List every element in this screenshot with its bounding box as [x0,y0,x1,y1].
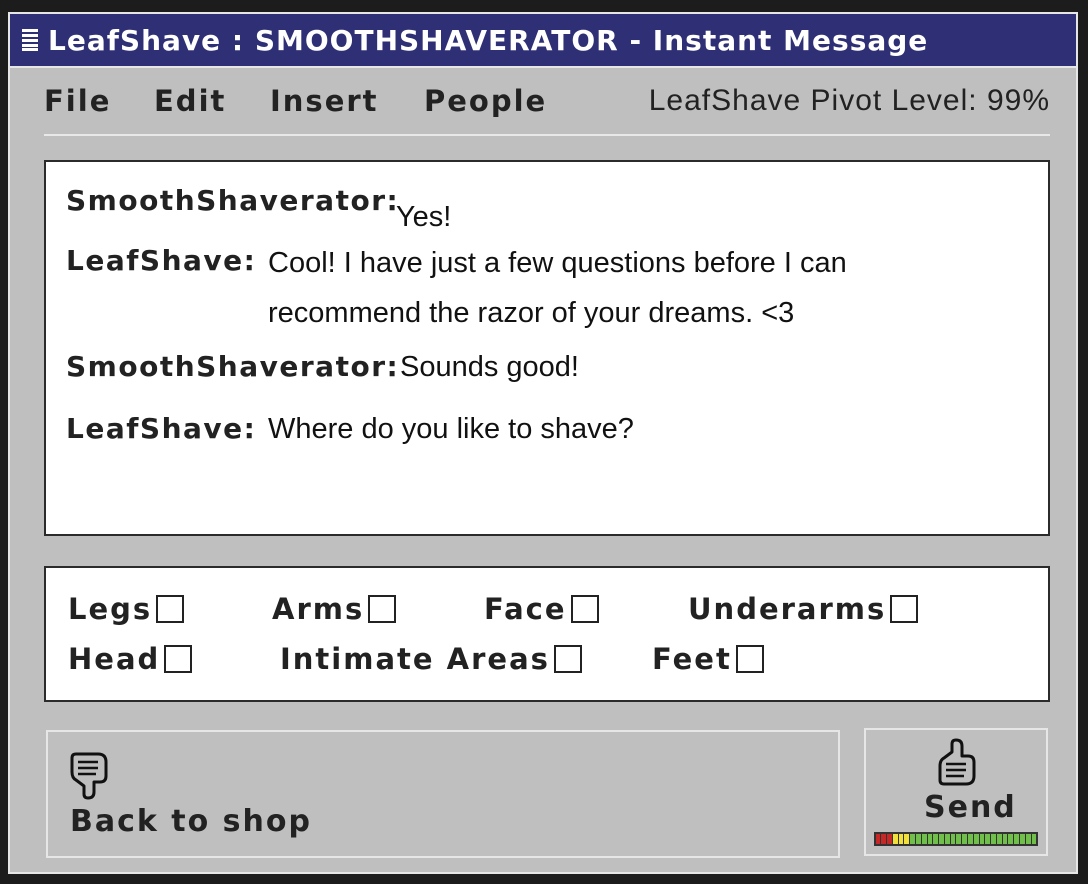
message-text: Sounds good! [400,351,579,383]
arms-checkbox[interactable] [368,595,397,623]
thumbs-down-icon [70,752,108,800]
message-text: Cool! I have just a few questions before… [268,247,847,279]
option-head[interactable]: Head [68,642,193,676]
option-label: Legs [68,592,153,626]
send-meter [874,832,1038,846]
window-menu-icon[interactable] [22,29,38,51]
message-sender: LeafShave: [66,244,257,277]
option-face[interactable]: Face [484,592,599,626]
message-sender: LeafShave: [66,412,257,445]
window-title: LeafShave : SMOOTHSHAVERATOR - Instant M… [48,23,929,57]
feet-checkbox[interactable] [735,645,764,673]
chat-transcript[interactable]: SmoothShaverator: Yes! LeafShave: Cool! … [44,160,1050,536]
option-intimate-areas[interactable]: Intimate Areas [280,642,582,676]
head-checkbox[interactable] [164,645,193,673]
underarms-checkbox[interactable] [890,595,919,623]
thumbs-up-icon [938,738,976,786]
menu-edit[interactable]: Edit [154,80,226,122]
message-text: Where do you like to shave? [268,413,634,445]
face-checkbox[interactable] [570,595,599,623]
shave-area-options: Legs Arms Face Underarms Head Intimate A… [44,566,1050,702]
option-label: Face [484,592,567,626]
option-underarms[interactable]: Underarms [688,592,919,626]
legs-checkbox[interactable] [156,595,185,623]
option-label: Intimate Areas [280,642,550,676]
pivot-level: LeafShave Pivot Level: 99% [648,84,1050,117]
option-label: Head [68,642,161,676]
back-to-shop-label: Back to shop [70,804,312,839]
im-window: LeafShave : SMOOTHSHAVERATOR - Instant M… [8,12,1078,874]
intimate-areas-checkbox[interactable] [553,645,582,673]
menu-insert[interactable]: Insert [270,80,379,122]
message-sender: SmoothShaverator: [66,350,400,383]
menu-people[interactable]: People [424,80,547,122]
option-label: Underarms [688,592,887,626]
message-sender: SmoothShaverator: [66,184,400,217]
option-label: Feet [652,642,732,676]
menu-bar: File Edit Insert People LeafShave Pivot … [44,80,1050,136]
send-label: Send [924,790,1017,825]
title-bar[interactable]: LeafShave : SMOOTHSHAVERATOR - Instant M… [10,14,1076,68]
menu-file[interactable]: File [44,80,111,122]
option-legs[interactable]: Legs [68,592,185,626]
message-text: recommend the razor of your dreams. <3 [268,297,795,329]
message-text: Yes! [396,201,452,233]
option-feet[interactable]: Feet [652,642,764,676]
back-to-shop-button[interactable]: Back to shop [46,730,840,858]
option-arms[interactable]: Arms [272,592,397,626]
option-label: Arms [272,592,365,626]
send-button[interactable]: Send [864,728,1048,856]
